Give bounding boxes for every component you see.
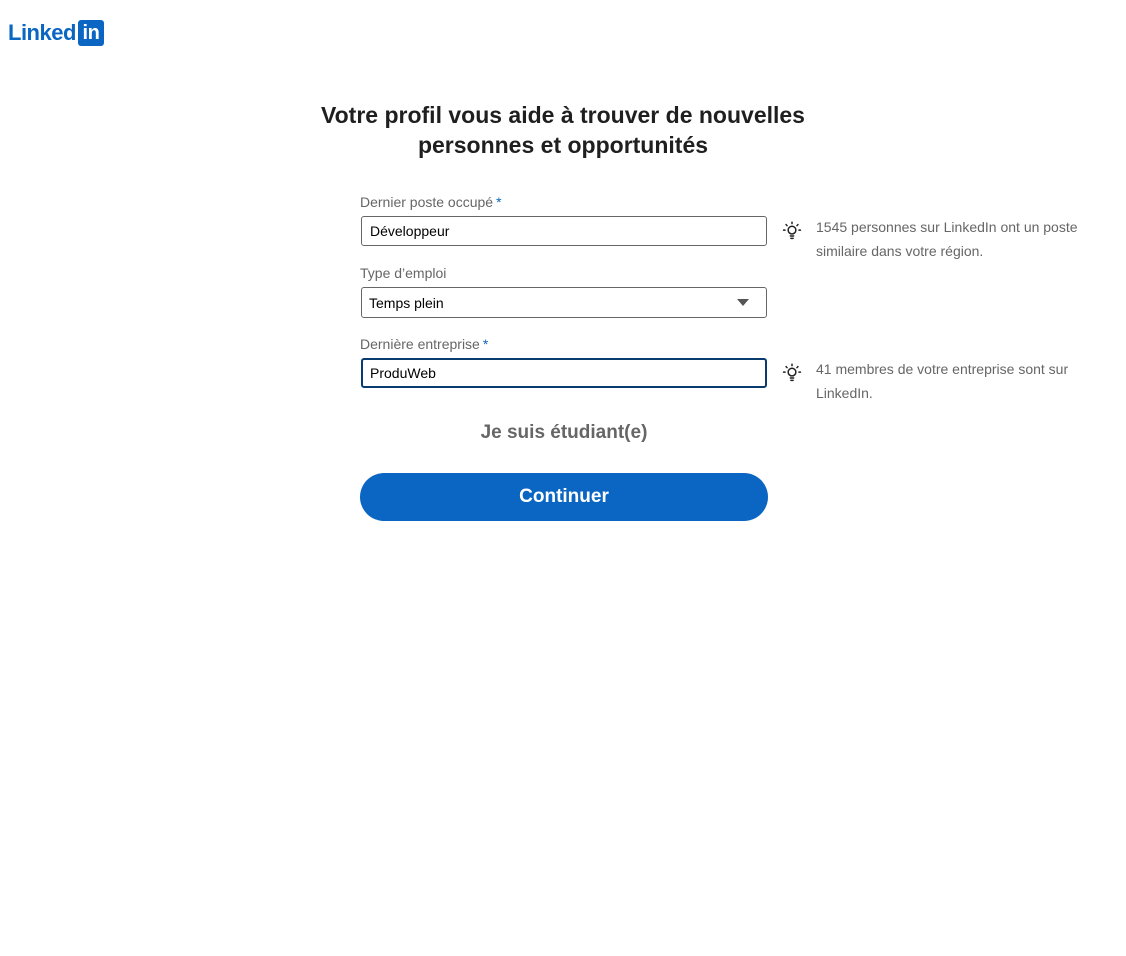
company-input[interactable] bbox=[361, 358, 767, 388]
student-link[interactable]: Je suis étudiant(e) bbox=[360, 421, 768, 445]
page: Linked in Votre profil vous aide à trouv… bbox=[0, 0, 1126, 956]
job-title-label-text: Dernier poste occupé bbox=[360, 194, 494, 210]
job-title-input[interactable] bbox=[361, 216, 767, 246]
chevron-down-icon bbox=[737, 299, 749, 306]
page-title-line2: personnes et opportunités bbox=[417, 132, 709, 158]
page-title: Votre profil vous aide à trouver de nouv… bbox=[313, 100, 813, 160]
company-label: Dernière entreprise * bbox=[360, 335, 488, 353]
lightbulb-icon bbox=[782, 363, 802, 382]
job-title-hint: 1545 personnes sur LinkedIn ont un poste… bbox=[816, 219, 1078, 259]
employment-type-value: Temps plein bbox=[369, 294, 444, 311]
logo-wordmark: Linked bbox=[8, 20, 76, 45]
company-hint: 41 membres de votre entreprise sont sur … bbox=[816, 361, 1069, 401]
employment-type-label-text: Type d’emploi bbox=[360, 265, 447, 281]
employment-type-label: Type d’emploi bbox=[360, 264, 446, 282]
continue-button[interactable]: Continuer bbox=[360, 473, 768, 521]
required-marker: * bbox=[496, 194, 502, 210]
page-title-line1: Votre profil vous aide à trouver de nouv… bbox=[321, 102, 805, 128]
linkedin-logo[interactable]: Linked in bbox=[8, 20, 104, 46]
lightbulb-icon bbox=[782, 221, 802, 240]
required-marker: * bbox=[482, 336, 489, 352]
employment-type-select[interactable]: Temps plein bbox=[361, 287, 767, 318]
job-title-label: Dernier poste occupé * bbox=[360, 193, 502, 211]
logo-in-box: in bbox=[77, 20, 104, 46]
company-label-text: Dernière entreprise bbox=[360, 336, 480, 352]
